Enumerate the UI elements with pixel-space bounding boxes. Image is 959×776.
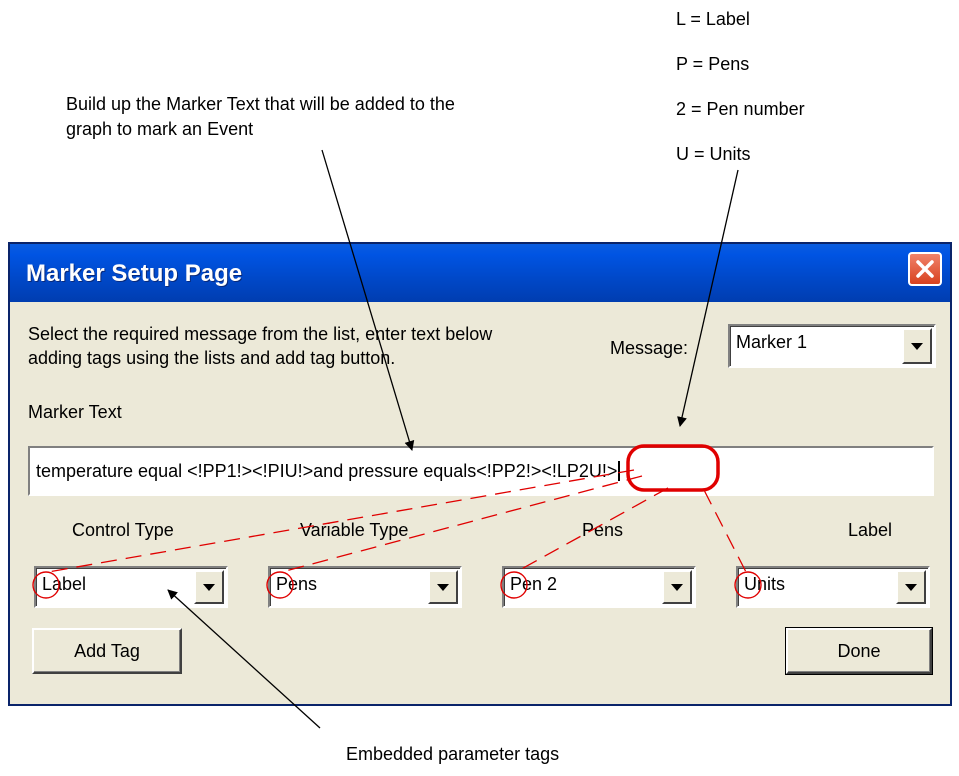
label-value: Units bbox=[744, 574, 786, 594]
marker-text-value: temperature equal <!PP1!><!PIU!>and pres… bbox=[36, 461, 621, 482]
label-column-label: Label bbox=[848, 520, 893, 540]
marker-text-input[interactable]: temperature equal <!PP1!><!PIU!>and pres… bbox=[28, 446, 934, 496]
control-type-label: Control Type bbox=[72, 520, 174, 540]
marker-setup-dialog: Marker Setup Page Select the required me… bbox=[8, 242, 952, 706]
pens-label: Pens bbox=[582, 520, 624, 540]
chevron-down-icon bbox=[671, 583, 683, 591]
marker-text-note-line2: graph to mark an Event bbox=[66, 119, 254, 139]
variable-type-label: Variable Type bbox=[300, 520, 409, 540]
marker-text-label: Marker Text bbox=[28, 402, 122, 422]
pens-select[interactable]: Pen 2 bbox=[502, 566, 696, 608]
marker-text-note-line1: Build up the Marker Text that will be ad… bbox=[66, 94, 455, 114]
variable-type-select[interactable]: Pens bbox=[268, 566, 462, 608]
message-label: Message: bbox=[610, 338, 689, 358]
close-icon bbox=[916, 260, 934, 278]
close-button[interactable] bbox=[908, 252, 942, 286]
label-dropdown-button[interactable] bbox=[896, 570, 926, 604]
control-type-select[interactable]: Label bbox=[34, 566, 228, 608]
legend-item-pen-number: 2 = Pen number bbox=[676, 99, 805, 119]
dialog-client-area: Select the required message from the lis… bbox=[10, 302, 950, 704]
chevron-down-icon bbox=[437, 583, 449, 591]
marker-text-note: Build up the Marker Text that will be ad… bbox=[66, 92, 455, 142]
legend-item-label: L = Label bbox=[676, 9, 750, 29]
title-bar[interactable]: Marker Setup Page bbox=[10, 244, 950, 302]
message-select-value: Marker 1 bbox=[736, 332, 808, 352]
chevron-down-icon bbox=[203, 583, 215, 591]
chevron-down-icon bbox=[911, 342, 923, 350]
pens-dropdown-button[interactable] bbox=[662, 570, 692, 604]
chevron-down-icon bbox=[905, 583, 917, 591]
label-select[interactable]: Units bbox=[736, 566, 930, 608]
instruction-line2: adding tags using the lists and add tag … bbox=[28, 348, 396, 368]
control-type-dropdown-button[interactable] bbox=[194, 570, 224, 604]
variable-type-dropdown-button[interactable] bbox=[428, 570, 458, 604]
pens-value: Pen 2 bbox=[510, 574, 558, 594]
text-caret bbox=[618, 461, 621, 481]
dialog-title: Marker Setup Page bbox=[26, 260, 243, 287]
variable-type-value: Pens bbox=[276, 574, 318, 594]
control-type-value: Label bbox=[42, 574, 87, 594]
legend-item-pens: P = Pens bbox=[676, 54, 750, 74]
instruction-line1: Select the required message from the lis… bbox=[28, 324, 493, 344]
legend-item-units: U = Units bbox=[676, 144, 751, 164]
instruction-text: Select the required message from the lis… bbox=[28, 322, 598, 370]
message-dropdown-button[interactable] bbox=[902, 328, 932, 364]
marker-text-content: temperature equal <!PP1!><!PIU!>and pres… bbox=[36, 461, 618, 481]
message-select[interactable]: Marker 1 bbox=[728, 324, 936, 368]
embedded-tags-note: Embedded parameter tags bbox=[346, 744, 560, 764]
add-tag-button[interactable]: Add Tag bbox=[32, 628, 182, 674]
tag-legend: L = Label P = Pens 2 = Pen number U = Un… bbox=[676, 6, 805, 186]
done-button[interactable]: Done bbox=[785, 627, 933, 675]
